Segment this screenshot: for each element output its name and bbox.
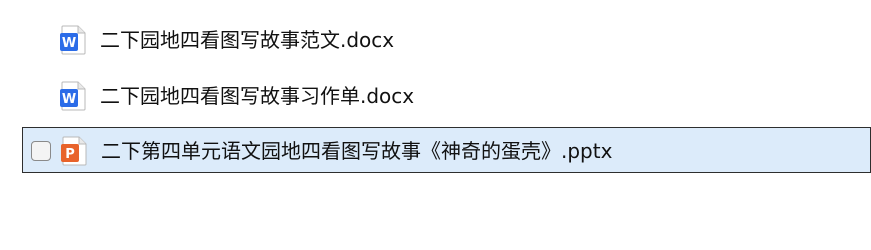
ppt-icon-letter: P — [65, 147, 75, 162]
file-row-docx-xizuodan[interactable]: W 二下园地四看图写故事习作单.docx — [22, 73, 871, 119]
word-doc-icon: W — [60, 25, 86, 55]
file-name: 二下园地四看图写故事范文.docx — [100, 28, 395, 52]
file-list: W 二下园地四看图写故事范文.docx W 二下园地四看图写故事习作单.docx… — [0, 0, 871, 250]
file-name: 二下第四单元语文园地四看图写故事《神奇的蛋壳》.pptx — [101, 139, 613, 163]
file-name: 二下园地四看图写故事习作单.docx — [100, 84, 415, 108]
powerpoint-icon: P — [61, 136, 87, 166]
word-doc-icon: W — [60, 81, 86, 111]
select-checkbox[interactable] — [31, 141, 51, 161]
file-row-docx-fanwen[interactable]: W 二下园地四看图写故事范文.docx — [22, 17, 871, 63]
word-icon-letter: W — [62, 36, 76, 51]
word-icon-letter: W — [62, 92, 76, 107]
file-row-pptx-selected[interactable]: P 二下第四单元语文园地四看图写故事《神奇的蛋壳》.pptx — [22, 127, 871, 173]
